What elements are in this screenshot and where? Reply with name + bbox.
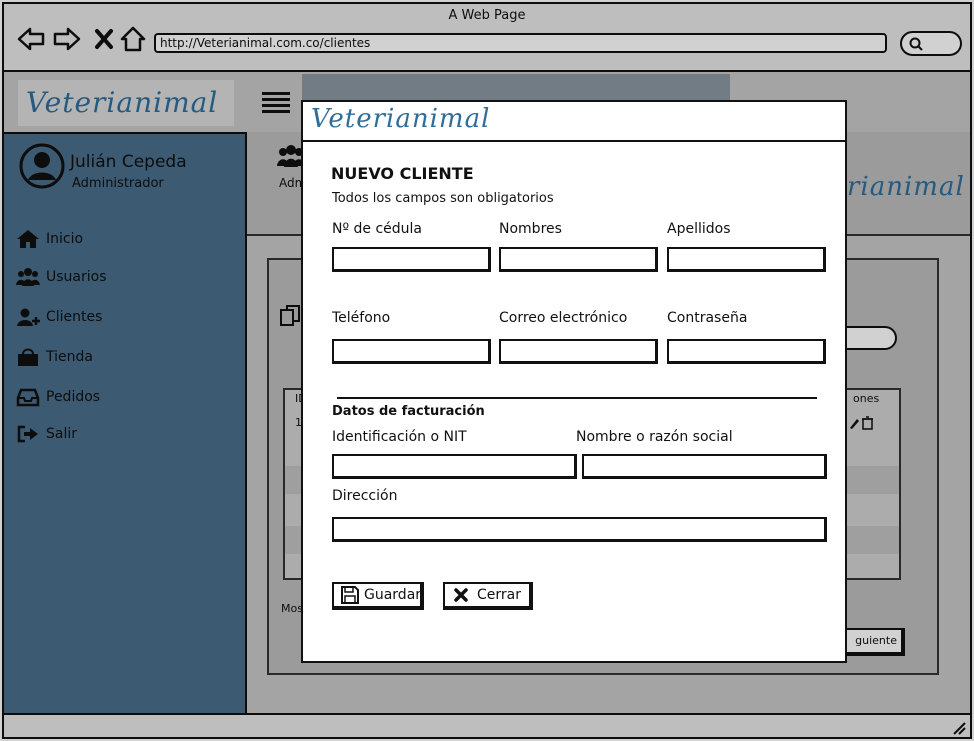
razon-social-label: Nombre o razón social: [576, 429, 733, 445]
apellidos-label: Apellidos: [667, 221, 731, 237]
billing-title: Datos de facturación: [332, 404, 485, 419]
correo-label: Correo electrónico: [499, 310, 628, 326]
nombres-input[interactable]: [499, 247, 658, 272]
cedula-input[interactable]: [332, 247, 491, 272]
close-button-label: Cerrar: [477, 587, 521, 603]
close-button[interactable]: Cerrar: [443, 582, 533, 610]
nombres-label: Nombres: [499, 221, 562, 237]
nit-input[interactable]: [332, 454, 577, 479]
correo-input[interactable]: [499, 339, 658, 364]
apellidos-input[interactable]: [667, 247, 826, 272]
save-button[interactable]: Guardar: [332, 582, 424, 610]
nit-label: Identificación o NIT: [332, 429, 467, 445]
divider: [337, 397, 817, 399]
telefono-input[interactable]: [332, 339, 491, 364]
close-icon: [454, 588, 468, 602]
modal-header: Veterianimal: [303, 102, 845, 142]
direccion-label: Dirección: [332, 488, 398, 504]
cedula-label: Nº de cédula: [332, 221, 423, 237]
save-button-label: Guardar: [364, 587, 422, 603]
razon-social-input[interactable]: [582, 454, 827, 479]
telefono-label: Teléfono: [332, 310, 391, 326]
contrasena-label: Contraseña: [667, 310, 748, 326]
contrasena-input[interactable]: [667, 339, 826, 364]
new-client-modal: Veterianimal NUEVO CLIENTE Todos los cam…: [301, 100, 847, 663]
direccion-input[interactable]: [332, 517, 827, 542]
modal-title: NUEVO CLIENTE: [331, 164, 474, 183]
modal-subtitle: Todos los campos son obligatorios: [332, 191, 554, 206]
modal-logo: Veterianimal: [311, 104, 491, 134]
floppy-disk-icon: [341, 586, 359, 604]
